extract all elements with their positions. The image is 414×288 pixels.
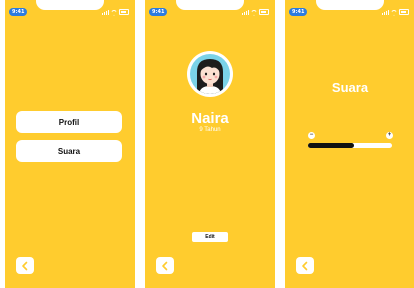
back-button[interactable] — [156, 257, 174, 274]
status-time: 9:41 — [289, 8, 308, 16]
back-button[interactable] — [16, 257, 34, 274]
volume-down-button[interactable]: − — [308, 132, 315, 139]
volume-slider-fill — [308, 143, 355, 148]
profile-age: 9 Tahun — [199, 127, 221, 133]
sound-button[interactable]: Suara — [16, 140, 122, 162]
battery-icon — [399, 9, 409, 15]
profile-screen: 9:41 Naira 9 Tahun Edit — [145, 0, 275, 288]
notch — [36, 0, 104, 10]
menu-screen: 9:41 Profil Suara — [5, 0, 135, 288]
notch — [316, 0, 384, 10]
signal-icon — [102, 10, 109, 15]
chevron-left-icon — [162, 261, 168, 270]
wifi-icon — [111, 10, 117, 15]
wifi-icon — [391, 10, 397, 15]
back-button[interactable] — [296, 257, 314, 274]
wifi-icon — [251, 10, 257, 15]
profile-button[interactable]: Profil — [16, 111, 122, 133]
chevron-left-icon — [22, 261, 28, 270]
girl-avatar-icon — [190, 54, 230, 94]
sound-title: Suara — [331, 80, 369, 95]
volume-slider[interactable] — [308, 143, 392, 148]
sound-screen: 9:41 Suara − + — [285, 0, 414, 288]
profile-name: Naira — [191, 110, 229, 127]
status-time: 9:41 — [149, 8, 168, 16]
volume-up-button[interactable]: + — [386, 132, 393, 139]
notch — [176, 0, 244, 10]
signal-icon — [242, 10, 249, 15]
battery-icon — [119, 9, 129, 15]
status-time: 9:41 — [9, 8, 28, 16]
battery-icon — [259, 9, 269, 15]
status-icons — [242, 9, 269, 15]
signal-icon — [382, 10, 389, 15]
chevron-left-icon — [302, 261, 308, 270]
status-icons — [382, 9, 409, 15]
edit-button[interactable]: Edit — [192, 232, 228, 242]
avatar — [187, 51, 233, 97]
status-icons — [102, 9, 129, 15]
